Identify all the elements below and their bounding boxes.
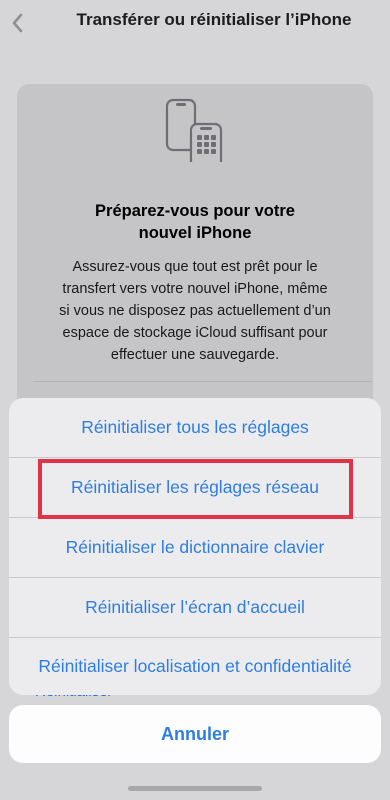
back-button[interactable] xyxy=(4,8,32,38)
reset-all-settings-option[interactable]: Réinitialiser tous les réglages xyxy=(9,398,381,457)
card-title-line: nouvel iPhone xyxy=(138,224,252,242)
card-title: Préparez-vous pour votre nouvel iPhone xyxy=(37,200,353,244)
highlight-annotation xyxy=(38,459,353,519)
card-body-line: transfert vers votre nouvel iPhone, même xyxy=(62,281,328,297)
home-indicator xyxy=(128,786,262,791)
reset-location-privacy-option[interactable]: Réinitialiser localisation et confidenti… xyxy=(9,637,381,695)
card-body-line: effectuer une sauvegarde. xyxy=(110,347,280,363)
reset-keyboard-dictionary-option[interactable]: Réinitialiser le dictionnaire clavier xyxy=(9,518,381,577)
page-title: Transférer ou réinitialiser l’iPhone xyxy=(76,10,352,29)
card-description: Assurez-vous que tout est prêt pour le t… xyxy=(31,256,359,366)
card-divider xyxy=(33,381,373,382)
card-title-line: Préparez-vous pour votre xyxy=(95,202,295,220)
navigation-bar: Transférer ou réinitialiser l’iPhone xyxy=(0,0,390,46)
card-body-line: Assurez-vous que tout est prêt pour le xyxy=(72,259,318,275)
prepare-new-iphone-card[interactable]: Préparez-vous pour votre nouvel iPhone A… xyxy=(17,84,373,424)
cancel-button[interactable]: Annuler xyxy=(9,705,381,763)
reset-action-sheet: Réinitialiser tous les réglages Réinitia… xyxy=(9,398,381,695)
reset-home-screen-option[interactable]: Réinitialiser l’écran d’accueil xyxy=(9,578,381,637)
card-body-line: espace de stockage iCloud suffisant pour xyxy=(62,325,328,341)
phones-transfer-icon xyxy=(165,98,223,162)
chevron-left-icon xyxy=(12,13,23,33)
card-body-line: si vous ne disposez pas actuellement d’u… xyxy=(59,303,331,319)
